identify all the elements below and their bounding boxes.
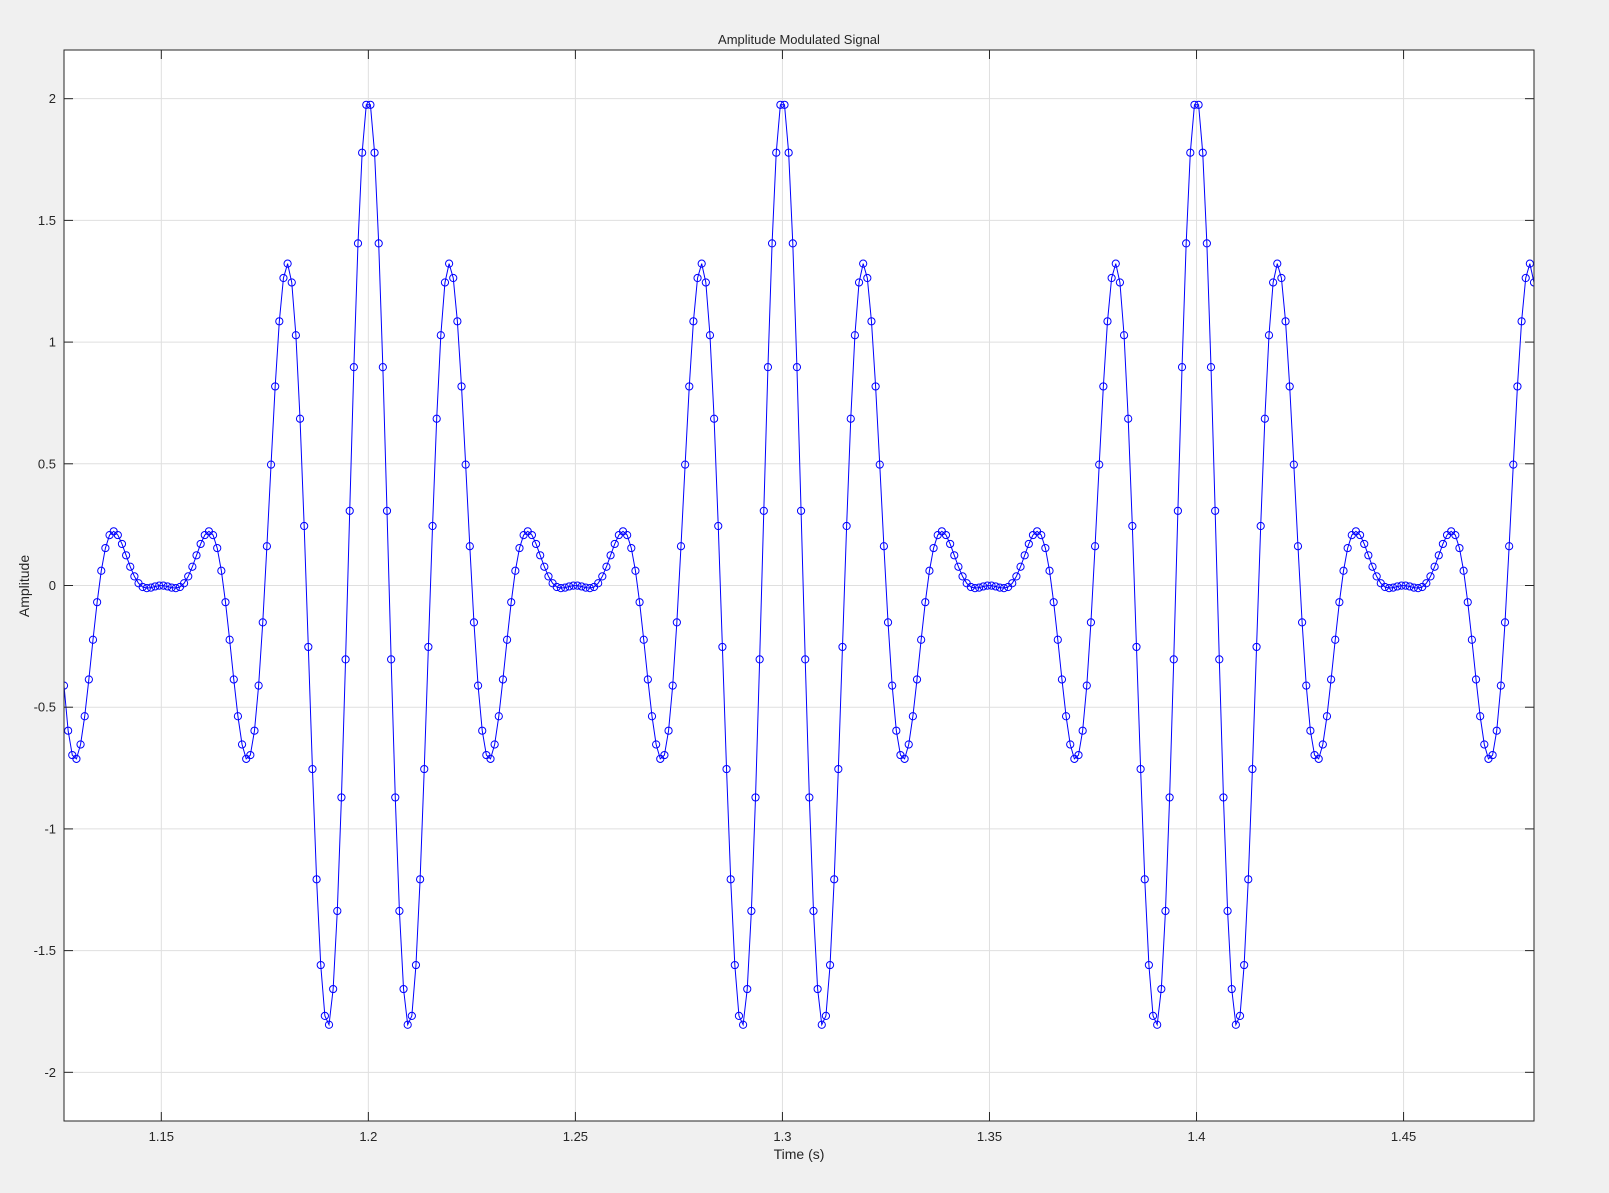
y-tick-label: 0.5 [38,456,56,471]
y-tick-label: -0.5 [34,700,56,715]
x-tick-label: 1.3 [773,1129,791,1144]
x-tick-label: 1.4 [1187,1129,1205,1144]
x-axis-label: Time (s) [774,1146,825,1162]
y-axis-label: Amplitude [16,555,32,617]
chart-title: Amplitude Modulated Signal [718,32,880,47]
y-tick-label: 1.5 [38,213,56,228]
y-tick-label: -1 [44,821,56,836]
x-tick-label: 1.2 [359,1129,377,1144]
x-tick-label: 1.45 [1391,1129,1416,1144]
y-tick-label: 0 [49,578,56,593]
x-tick-label: 1.25 [563,1129,588,1144]
figure: 1.15 1.2 1.25 1.3 1.35 1.4 1.45 -2 -1.5 -1 -0.5 0 0.… [0,0,1609,1193]
y-tick-label: 2 [49,91,56,106]
y-tick-label: 1 [49,335,56,350]
x-tick-label: 1.35 [977,1129,1002,1144]
x-tick-label: 1.15 [149,1129,174,1144]
y-tick-label: -1.5 [34,943,56,958]
y-tick-label: -2 [44,1065,56,1080]
